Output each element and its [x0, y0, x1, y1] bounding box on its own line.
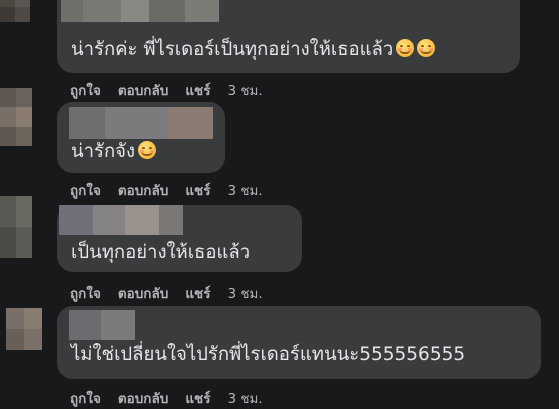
author-name-blurred[interactable]	[69, 310, 135, 340]
share-button[interactable]: แชร์	[185, 387, 210, 409]
author-name-blurred[interactable]	[59, 205, 183, 235]
smiling-face-icon	[138, 141, 157, 159]
comment-timestamp[interactable]: 3 ชม.	[227, 387, 262, 409]
share-button[interactable]: แชร์	[185, 282, 210, 304]
like-button[interactable]: ถูกใจ	[70, 387, 101, 409]
comment-actions: ถูกใจ ตอบกลับ แชร์ 3 ชม.	[70, 387, 263, 409]
like-button[interactable]: ถูกใจ	[70, 179, 101, 201]
comment-bubble: ไม่ใช่เปลี่ยนใจไปรักพี่ไรเดอร์แทนนะ55555…	[57, 306, 541, 379]
avatar[interactable]	[0, 0, 30, 22]
comment-actions: ถูกใจ ตอบกลับ แชร์ 3 ชม.	[70, 282, 263, 304]
comment-bubble: น่ารักจัง	[57, 102, 225, 173]
comment-text: น่ารักค่ะ พี่ไรเดอร์เป็นทุกอย่างให้เธอแล…	[71, 38, 436, 62]
smiling-face-icon	[417, 39, 436, 57]
avatar[interactable]	[0, 196, 32, 258]
comment-timestamp[interactable]: 3 ชม.	[227, 179, 262, 201]
reply-button[interactable]: ตอบกลับ	[118, 282, 168, 304]
author-name-blurred[interactable]	[69, 107, 213, 139]
reply-button[interactable]: ตอบกลับ	[118, 79, 168, 101]
comment-bubble: น่ารักค่ะ พี่ไรเดอร์เป็นทุกอย่างให้เธอแล…	[57, 0, 520, 73]
reply-button[interactable]: ตอบกลับ	[118, 387, 168, 409]
avatar[interactable]	[0, 88, 32, 146]
comment-actions: ถูกใจ ตอบกลับ แชร์ 3 ชม.	[70, 79, 263, 101]
avatar[interactable]	[6, 308, 42, 350]
comment-timestamp[interactable]: 3 ชม.	[227, 282, 262, 304]
comment-timestamp[interactable]: 3 ชม.	[227, 79, 262, 101]
comment-bubble: เป็นทุกอย่างให้เธอแล้ว	[57, 205, 302, 272]
share-button[interactable]: แชร์	[185, 179, 210, 201]
comment-text: น่ารักจัง	[71, 140, 157, 164]
smiling-face-icon	[396, 39, 415, 57]
share-button[interactable]: แชร์	[185, 79, 210, 101]
like-button[interactable]: ถูกใจ	[70, 282, 101, 304]
comment-text: ไม่ใช่เปลี่ยนใจไปรักพี่ไรเดอร์แทนนะ55555…	[71, 344, 466, 365]
reply-button[interactable]: ตอบกลับ	[118, 179, 168, 201]
like-button[interactable]: ถูกใจ	[70, 79, 101, 101]
author-name-blurred[interactable]	[61, 0, 219, 22]
comment-actions: ถูกใจ ตอบกลับ แชร์ 3 ชม.	[70, 179, 263, 201]
comment-text: เป็นทุกอย่างให้เธอแล้ว	[71, 242, 251, 263]
